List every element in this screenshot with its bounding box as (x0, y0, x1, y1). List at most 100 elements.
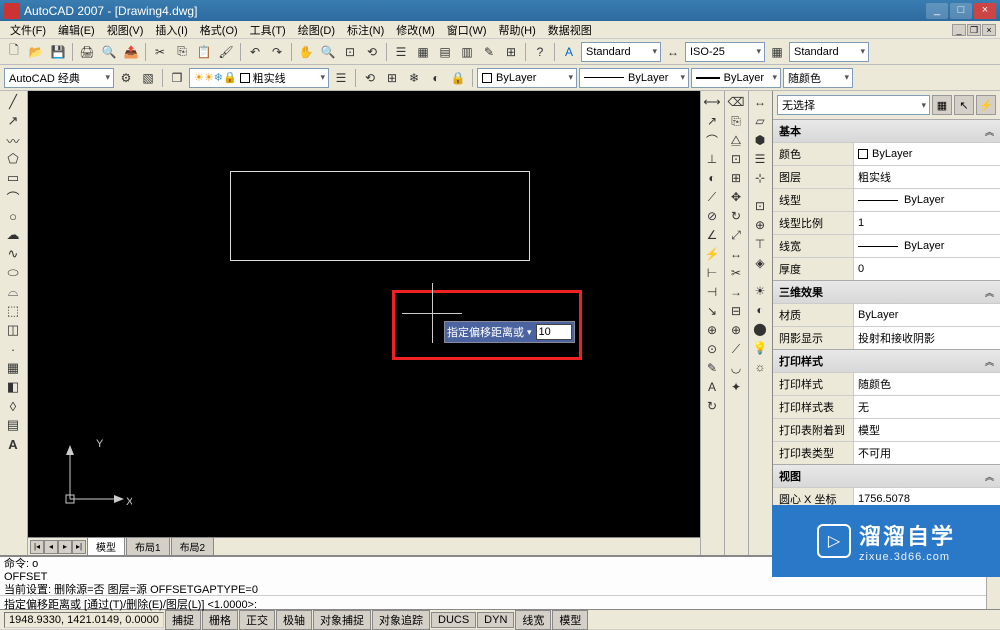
markup-button[interactable]: ✎ (479, 42, 499, 62)
quick-select-button[interactable]: ⚡ (976, 95, 996, 115)
join-icon[interactable]: ⊕ (726, 321, 746, 339)
paste-button[interactable]: 📋 (194, 42, 214, 62)
section-basic[interactable]: 基本︽ (773, 119, 1000, 142)
lwt-toggle[interactable]: 线宽 (515, 610, 551, 630)
dim-style-combo[interactable]: ISO-25 (685, 42, 765, 62)
menu-dataview[interactable]: 数据视图 (542, 21, 598, 39)
toggle-pickadd-button[interactable]: ▦ (932, 95, 952, 115)
pan-button[interactable]: ✋ (296, 42, 316, 62)
sheetset-button[interactable]: ▥ (457, 42, 477, 62)
view-top-icon[interactable]: ⊤ (750, 235, 770, 253)
region-mass-icon[interactable]: ⬢ (750, 131, 770, 149)
zoom-window-button[interactable]: ⊡ (340, 42, 360, 62)
color-combo[interactable]: ByLayer (477, 68, 577, 88)
dim-diameter-icon[interactable]: ⊘ (702, 207, 722, 225)
point-icon[interactable]: · (2, 340, 24, 358)
stretch-icon[interactable]: ↔ (726, 245, 746, 263)
workspace-settings-button[interactable]: ⚙ (116, 68, 136, 88)
select-objects-button[interactable]: ↖ (954, 95, 974, 115)
polar-toggle[interactable]: 极轴 (276, 610, 312, 630)
layer-iso-button[interactable]: ⊞ (382, 68, 402, 88)
zoom-prev-button[interactable]: ⟲ (362, 42, 382, 62)
menu-edit[interactable]: 编辑(E) (52, 21, 101, 39)
erase-icon[interactable]: ⌫ (726, 93, 746, 111)
material-icon[interactable]: ⬤ (750, 320, 770, 338)
ucs-icon-btn[interactable]: ⊡ (750, 197, 770, 215)
region-icon[interactable]: ◊ (2, 397, 24, 415)
tab-model[interactable]: 模型 (87, 537, 125, 556)
zoom-button[interactable]: 🔍 (318, 42, 338, 62)
3dorbit-icon[interactable]: ⊕ (750, 216, 770, 234)
layer-manager-button[interactable]: ❒ (167, 68, 187, 88)
dim-baseline-icon[interactable]: ⊢ (702, 264, 722, 282)
prop-material[interactable]: ByLayer (853, 304, 1000, 326)
prop-ltscale[interactable]: 1 (853, 212, 1000, 234)
copy-button[interactable]: ⎘ (172, 42, 192, 62)
otrack-toggle[interactable]: 对象追踪 (372, 610, 430, 630)
light-icon[interactable]: 💡 (750, 339, 770, 357)
grid-toggle[interactable]: 栅格 (202, 610, 238, 630)
fillet-icon[interactable]: ◡ (726, 359, 746, 377)
offset-icon[interactable]: ⊡ (726, 150, 746, 168)
mdi-restore-button[interactable]: ❐ (967, 24, 981, 36)
menu-file[interactable]: 文件(F) (4, 21, 52, 39)
menu-insert[interactable]: 插入(I) (149, 21, 193, 39)
tool-palette-button[interactable]: ▤ (435, 42, 455, 62)
drawing-area[interactable]: 指定偏移距离或 ▾ Y X |◂ ◂ ▸ ▸| 模型 (28, 91, 700, 555)
layerstate-button[interactable]: ☰ (331, 68, 351, 88)
view-iso-icon[interactable]: ◈ (750, 254, 770, 272)
chamfer-icon[interactable]: ⟋ (726, 340, 746, 358)
dim-tolerance-icon[interactable]: ⊕ (702, 321, 722, 339)
dim-arc-icon[interactable]: ⌒ (702, 131, 722, 149)
menu-help[interactable]: 帮助(H) (493, 21, 542, 39)
open-button[interactable]: 📂 (26, 42, 46, 62)
dim-jogged-icon[interactable]: ⟋ (702, 188, 722, 206)
xline-icon[interactable]: ↗ (2, 112, 24, 130)
dim-textedit-icon[interactable]: A (702, 378, 722, 396)
tab-last-button[interactable]: ▸| (72, 540, 86, 554)
plot-button[interactable]: 🖨 (77, 42, 97, 62)
lineweight-combo[interactable]: ByLayer (691, 68, 781, 88)
tab-layout2[interactable]: 布局2 (171, 537, 215, 556)
move-icon[interactable]: ✥ (726, 188, 746, 206)
tab-next-button[interactable]: ▸ (58, 540, 72, 554)
selection-combo[interactable]: 无选择 (777, 95, 930, 115)
match-button[interactable]: 🖌 (216, 42, 236, 62)
polyline-icon[interactable]: 〰 (2, 131, 24, 149)
ellipse-arc-icon[interactable]: ⌓ (2, 283, 24, 301)
id-point-icon[interactable]: ⊹ (750, 169, 770, 187)
layer-off-button[interactable]: ◐ (426, 68, 446, 88)
gradient-icon[interactable]: ◧ (2, 378, 24, 396)
mytoolbar-button[interactable]: ▧ (138, 68, 158, 88)
polygon-icon[interactable]: ⬠ (2, 150, 24, 168)
layer-freeze-button[interactable]: ❄ (404, 68, 424, 88)
dimstyle-icon[interactable]: ↔ (663, 42, 683, 62)
dim-aligned-icon[interactable]: ↗ (702, 112, 722, 130)
snap-toggle[interactable]: 捕捉 (165, 610, 201, 630)
section-plot[interactable]: 打印样式︽ (773, 349, 1000, 372)
quickcalc-button[interactable]: ⊞ (501, 42, 521, 62)
rotate-icon[interactable]: ↻ (726, 207, 746, 225)
prop-shadow[interactable]: 投射和接收阴影 (853, 327, 1000, 349)
undo-button[interactable]: ↶ (245, 42, 265, 62)
layer-combo[interactable]: ☀☀❄🔒 粗实线 (189, 68, 329, 88)
tablestyle-icon[interactable]: ▦ (767, 42, 787, 62)
command-input[interactable]: 指定偏移距离或 [通过(T)/删除(E)/图层(L)] <1.0000>: (0, 595, 1000, 610)
tab-prev-button[interactable]: ◂ (44, 540, 58, 554)
prop-plottable[interactable]: 无 (853, 396, 1000, 418)
prop-plotattach[interactable]: 模型 (853, 419, 1000, 441)
maximize-button[interactable]: □ (950, 3, 972, 19)
preview-button[interactable]: 🔍 (99, 42, 119, 62)
text-style-combo[interactable]: Standard (581, 42, 661, 62)
plotstyle-combo[interactable]: 随颜色 (783, 68, 853, 88)
mdi-minimize-button[interactable]: _ (952, 24, 966, 36)
revcloud-icon[interactable]: ☁ (2, 226, 24, 244)
mtext-icon[interactable]: A (2, 435, 24, 453)
extend-icon[interactable]: → (726, 283, 746, 301)
visual-style-icon[interactable]: ◐ (750, 301, 770, 319)
dim-linear-icon[interactable]: ⟷ (702, 93, 722, 111)
scale-icon[interactable]: ⤢ (726, 226, 746, 244)
prop-plotstyle[interactable]: 随颜色 (853, 373, 1000, 395)
prop-thickness[interactable]: 0 (853, 258, 1000, 280)
dim-leader-icon[interactable]: ↘ (702, 302, 722, 320)
